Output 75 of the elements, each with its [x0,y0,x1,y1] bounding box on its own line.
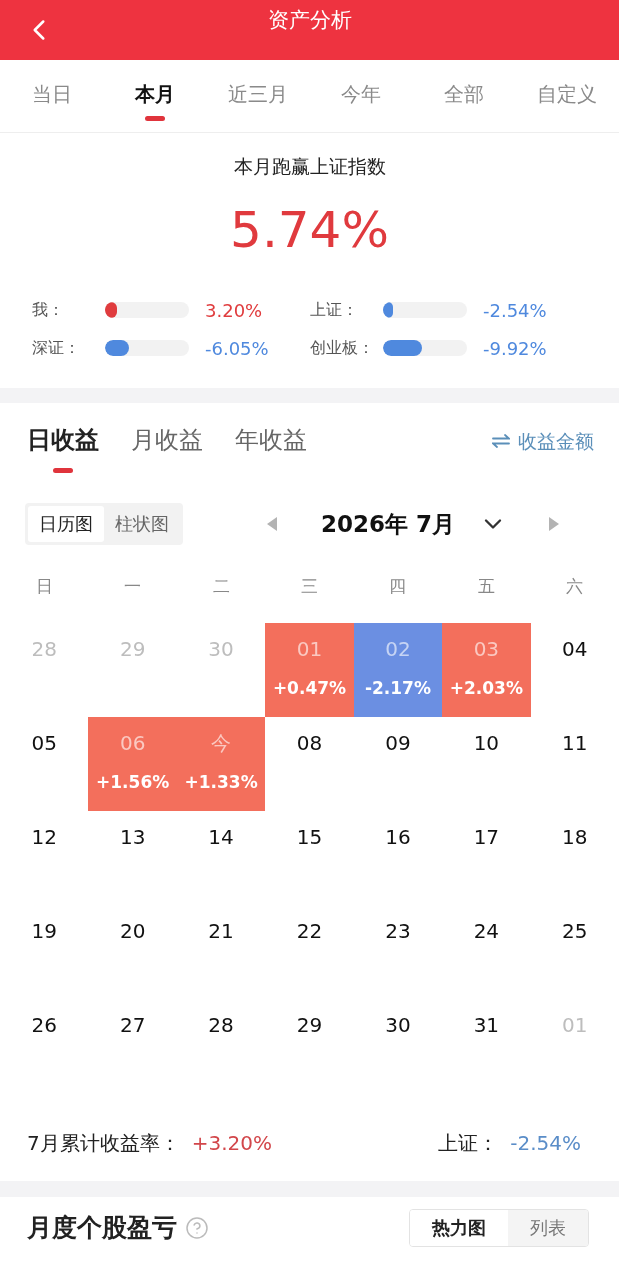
calendar-day[interactable]: 17 [473,823,500,851]
daily-return: -2.17% [364,678,431,698]
period-tab[interactable]: 当日 [0,60,104,132]
view-option[interactable]: 柱状图 [104,506,180,542]
calendar-day[interactable]: 18 [562,823,588,851]
help-icon[interactable] [185,1216,209,1240]
period-tab[interactable]: 全部 [412,60,516,132]
calendar-day: 03 [473,635,500,663]
calendar-day[interactable]: 13 [119,823,146,851]
previous-month-button[interactable] [265,516,279,532]
cumulative-value: +3.20% [191,1130,273,1157]
calendar-day[interactable]: 11 [562,729,588,757]
index-label: 上证： [438,1130,499,1157]
daily-return: +1.33% [184,772,258,792]
weekday-label: 六 [565,575,585,598]
calendar-day: 02 [385,635,411,663]
compare-label: 上证： [310,299,359,321]
compare-value: -9.92% [483,337,547,359]
calendar-day: 01 [296,635,323,663]
outperform-value: 5.74% [230,200,389,261]
calendar-day[interactable]: 10 [473,729,500,757]
weekday-label: 三 [300,575,319,598]
weekday-label: 四 [388,575,408,598]
compare-value: -6.05% [205,337,269,359]
compare-label: 创业板： [310,337,375,359]
calendar-day[interactable]: 08 [296,729,323,757]
calendar-day[interactable]: 30 [385,1011,411,1039]
calendar-day: 今 [211,729,232,757]
compare-label: 我： [32,299,65,321]
calendar-day[interactable]: 27 [119,1011,146,1039]
view-option[interactable]: 列表 [508,1210,588,1246]
calendar-day[interactable]: 14 [208,823,234,851]
calendar-day[interactable]: 20 [119,917,146,945]
calendar-day: 06 [119,729,146,757]
calendar-day[interactable]: 05 [31,729,57,757]
period-tab[interactable]: 本月 [103,60,207,132]
cumulative-label: 7月累计收益率： [27,1130,180,1157]
returns-tab[interactable]: 日收益 [27,424,99,473]
daily-return: +0.47% [272,678,347,698]
calendar-day[interactable]: 29 [296,1011,323,1039]
weekday-label: 日 [34,575,54,598]
caret-left-icon [265,516,279,532]
compare-value: 3.20% [205,299,263,321]
calendar-day[interactable]: 25 [562,917,588,945]
calendar-day[interactable]: 16 [385,823,411,851]
returns-tab[interactable]: 月收益 [131,424,203,456]
weekday-label: 一 [123,575,143,598]
calendar-day[interactable]: 26 [31,1011,57,1039]
compare-label: 深证： [32,337,81,359]
compare-value: -2.54% [483,299,547,321]
daily-return: +1.56% [96,772,170,792]
tab-underline [53,468,73,473]
calendar-day[interactable]: 21 [208,917,234,945]
returns-tab[interactable]: 年收益 [235,424,307,456]
tab-underline [144,116,165,121]
calendar-day[interactable]: 24 [473,917,500,945]
calendar-day[interactable]: 04 [562,635,588,663]
weekday-label: 二 [211,575,231,598]
view-option[interactable]: 日历图 [28,506,104,542]
calendar-day[interactable]: 15 [296,823,323,851]
month-label: 2026年 7月 [321,509,456,539]
calendar-day[interactable]: 31 [473,1011,500,1039]
calendar-day[interactable]: 09 [385,729,411,757]
swap-icon [492,434,510,448]
weekday-label: 五 [476,575,496,598]
summary-title: 本月跑赢上证指数 [233,154,386,179]
calendar-day[interactable]: 12 [31,823,57,851]
calendar-day[interactable]: 23 [385,917,411,945]
calendar-day[interactable]: 19 [31,917,57,945]
index-value: -2.54% [510,1130,581,1157]
page-title: 资产分析 [267,7,352,34]
section-title: 月度个股盈亏 [27,1212,177,1244]
daily-return: +2.03% [449,678,523,698]
calendar-day[interactable]: 22 [296,917,323,945]
calendar-day[interactable]: 28 [208,1011,234,1039]
